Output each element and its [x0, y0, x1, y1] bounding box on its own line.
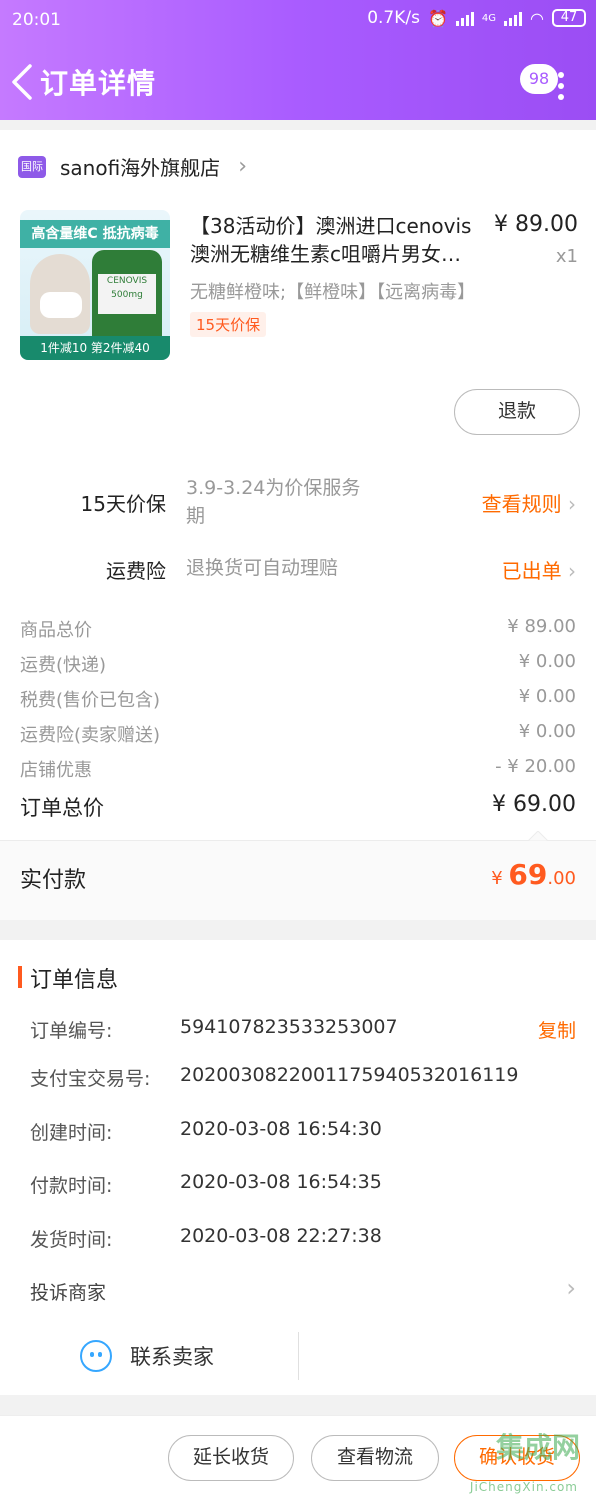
vertical-divider	[298, 1332, 299, 1380]
image-promo-text: 1件减10 第2件减40	[20, 336, 170, 360]
view-logistics-button[interactable]: 查看物流	[311, 1435, 439, 1481]
created-time-value: 2020-03-08 16:54:30	[180, 1118, 382, 1140]
battery-icon: 47	[552, 9, 586, 27]
page-title: 订单详情	[40, 67, 157, 100]
order-total-label: 订单总价	[20, 796, 104, 820]
service-desc-shipping-insurance: 退换货可自动理赔	[186, 557, 339, 579]
chevron-right-icon: ›	[238, 154, 247, 179]
bottle-image: CENOVIS 500mg	[92, 250, 162, 345]
signal-icon-2	[504, 10, 523, 26]
copy-button[interactable]: 复制	[538, 1016, 576, 1043]
product-title[interactable]: 【38活动价】澳洲进口cenovis 澳洲无糖维生素c咀嚼片男女…	[190, 212, 490, 268]
store-header[interactable]: 国际 sanofi海外旗舰店 ›	[18, 152, 247, 181]
product-quantity: x1	[555, 246, 578, 267]
complain-merchant-label[interactable]: 投诉商家	[30, 1282, 106, 1304]
price-protection-tag: 15天价保	[190, 312, 267, 337]
refund-button[interactable]: 退款	[454, 389, 580, 435]
price-row: 税费(售价已包含) ¥ 0.00	[20, 686, 576, 711]
image-banner-text: 高含量维C 抵抗病毒	[20, 220, 170, 248]
back-arrow-icon[interactable]	[10, 62, 34, 102]
extend-receipt-button[interactable]: 延长收货	[168, 1435, 294, 1481]
network-speed: 0.7K/s	[367, 8, 420, 28]
product-image[interactable]: 高含量维C 抵抗病毒 CENOVIS 500mg 1件减10 第2件减40	[20, 210, 170, 360]
paid-time-value: 2020-03-08 16:54:35	[180, 1171, 382, 1193]
wifi-icon: ◠	[530, 8, 544, 28]
shipped-time-value: 2020-03-08 22:27:38	[180, 1225, 382, 1247]
chevron-right-icon: ›	[568, 559, 576, 583]
order-info-title: 订单信息	[30, 968, 119, 993]
pointer-triangle	[528, 831, 548, 841]
app-header: 20:01 0.7K/s ⏰ 4G ◠ 47 订单详情 98	[0, 0, 596, 120]
service-label-price-protect: 15天价保	[80, 492, 166, 516]
face-mask	[40, 292, 82, 318]
message-badge: 98	[520, 64, 558, 94]
chevron-right-icon: ›	[568, 492, 576, 516]
section-accent-bar	[18, 966, 22, 988]
watermark-logo: 集成网	[495, 1431, 580, 1464]
bottle-label: CENOVIS 500mg	[98, 274, 156, 314]
chat-face-icon	[80, 1340, 112, 1372]
international-badge: 国际	[18, 155, 46, 178]
signal-icon	[455, 10, 474, 26]
shipped-time-label: 发货时间:	[30, 1229, 113, 1251]
view-rules-link[interactable]: 查看规则 ›	[482, 488, 576, 517]
order-info-card	[0, 940, 596, 1395]
contact-seller-button[interactable]: 联系卖家	[80, 1340, 214, 1372]
contact-seller-label[interactable]: 联系卖家	[130, 1341, 214, 1371]
chevron-right-icon: ›	[566, 1274, 576, 1302]
insurance-status-link[interactable]: 已出单 ›	[502, 555, 576, 584]
order-number-label: 订单编号:	[30, 1020, 113, 1042]
status-icons: 0.7K/s ⏰ 4G ◠ 47	[367, 8, 586, 28]
price-row: 运费(快递) ¥ 0.00	[20, 651, 576, 676]
product-spec: 无糖鲜橙味;【鲜橙味】【远离病毒】	[190, 282, 476, 303]
paid-label: 实付款	[20, 868, 87, 893]
order-number-value: 594107823533253007	[180, 1016, 398, 1038]
store-name[interactable]: sanofi海外旗舰店	[60, 152, 220, 181]
created-time-label: 创建时间:	[30, 1122, 113, 1144]
alipay-trade-value: 2020030822001175940532016119	[180, 1064, 519, 1086]
network-type: 4G	[481, 12, 497, 24]
more-menu-icon[interactable]: 98	[520, 64, 566, 102]
status-bar: 20:01 0.7K/s ⏰ 4G ◠ 47	[0, 0, 596, 40]
nav-bar: 订单详情 98	[0, 52, 596, 112]
service-desc-price-protect: 3.9-3.24为价保服务 期	[186, 477, 361, 527]
price-row: 商品总价 ¥ 89.00	[20, 616, 576, 641]
product-price: ¥ 89.00	[494, 212, 578, 237]
paid-time-label: 付款时间:	[30, 1175, 113, 1197]
alipay-trade-label: 支付宝交易号:	[30, 1068, 151, 1090]
alarm-icon: ⏰	[427, 8, 448, 28]
status-time: 20:01	[12, 10, 61, 30]
price-row: 运费险(卖家赠送) ¥ 0.00	[20, 721, 576, 746]
service-label-shipping-insurance: 运费险	[106, 559, 166, 583]
watermark-url: JiChengXin.com	[469, 1480, 578, 1494]
complain-merchant-row[interactable]: 投诉商家 ›	[30, 1274, 576, 1308]
price-row: 店铺优惠 - ¥ 20.00	[20, 756, 576, 781]
order-total-value: ¥ 69.00	[492, 792, 576, 817]
paid-amount: ¥ 69.00	[491, 858, 576, 891]
